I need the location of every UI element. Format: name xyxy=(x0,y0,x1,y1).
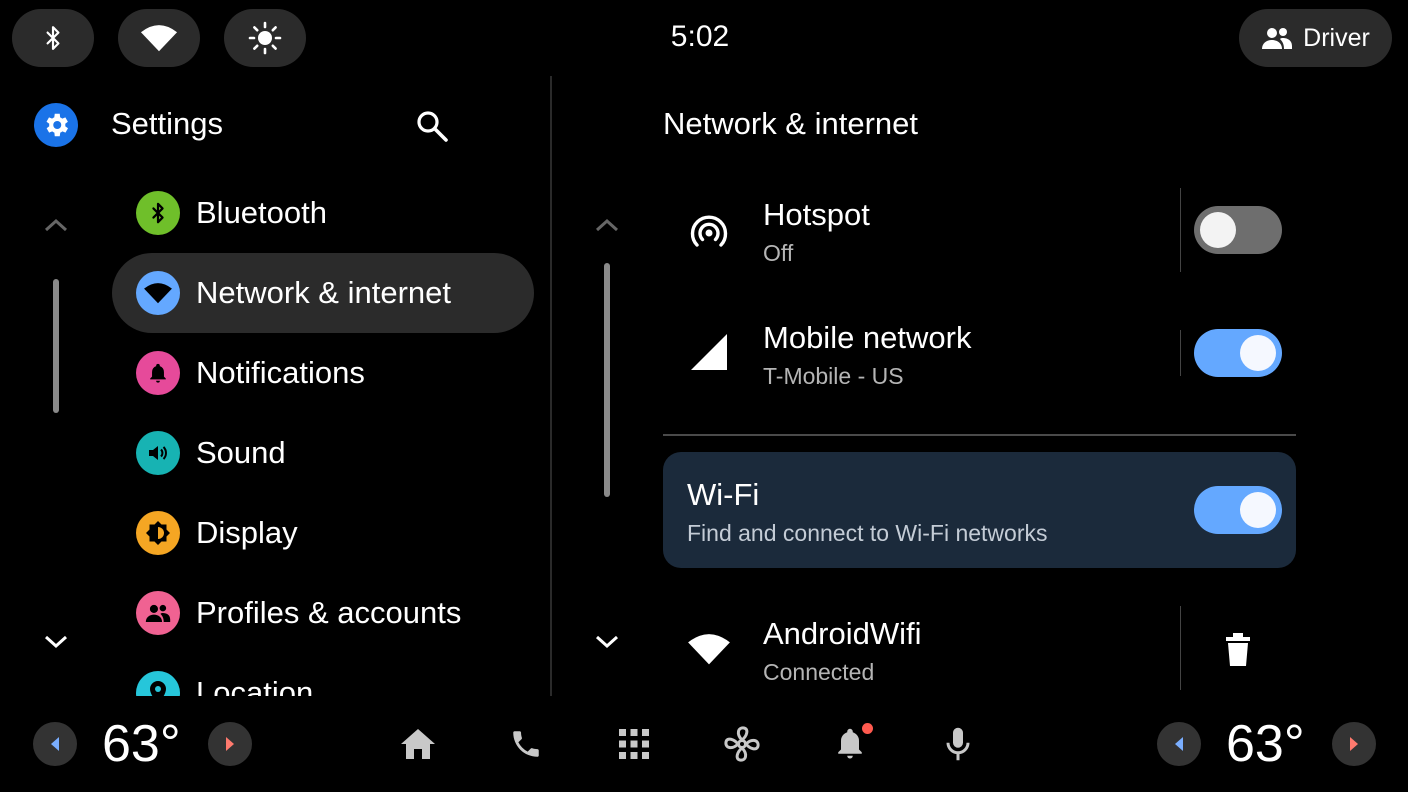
notification-bell-icon xyxy=(833,723,873,762)
pane-divider xyxy=(550,76,552,696)
wifi-toggle[interactable] xyxy=(1194,486,1282,534)
menu-scroll-up-button[interactable] xyxy=(36,205,76,245)
chevron-down-icon xyxy=(594,634,620,650)
user-profile-button[interactable]: Driver xyxy=(1239,9,1392,67)
bluetooth-icon xyxy=(40,23,66,53)
menu-item-sound[interactable]: Sound xyxy=(112,413,534,493)
menu-item-display[interactable]: Display xyxy=(112,493,534,573)
settings-menu: Bluetooth Network & internet Notificatio… xyxy=(112,173,534,696)
forget-network-button[interactable] xyxy=(1214,625,1262,673)
menu-item-label: Sound xyxy=(196,435,286,470)
settings-title: Settings xyxy=(111,106,224,141)
row-divider xyxy=(1180,188,1181,272)
hotspot-toggle[interactable] xyxy=(1194,206,1282,254)
fan-icon xyxy=(722,724,762,764)
right-temp-increase-button[interactable] xyxy=(1332,722,1376,766)
wifi-icon xyxy=(136,271,180,315)
menu-scrollbar[interactable] xyxy=(53,279,59,413)
people-icon xyxy=(136,591,180,635)
settings-app-icon xyxy=(34,103,78,147)
detail-scrollbar[interactable] xyxy=(604,263,610,497)
menu-item-label: Network & internet xyxy=(196,275,451,310)
hotspot-row[interactable] xyxy=(663,188,1173,274)
left-temp-decrease-button[interactable] xyxy=(33,722,77,766)
trash-icon xyxy=(1224,631,1252,667)
user-name: Driver xyxy=(1303,23,1370,52)
detail-scroll-down-button[interactable] xyxy=(587,622,627,662)
brightness-icon xyxy=(136,511,180,555)
wifi-signal-icon xyxy=(684,624,734,674)
mobile-network-toggle[interactable] xyxy=(1194,329,1282,377)
notification-dot xyxy=(862,723,873,734)
location-icon xyxy=(136,671,180,696)
phone-icon xyxy=(509,727,543,761)
right-temperature: 63° xyxy=(1226,715,1305,773)
microphone-icon xyxy=(943,725,973,763)
menu-item-network-internet[interactable]: Network & internet xyxy=(112,253,534,333)
app-launcher-button[interactable] xyxy=(612,722,656,766)
home-button[interactable] xyxy=(396,722,440,766)
wifi-title: Wi-Fi xyxy=(687,477,760,512)
chevron-down-icon xyxy=(43,634,69,650)
network-page-title: Network & internet xyxy=(663,106,918,141)
brightness-icon xyxy=(248,21,282,55)
bell-icon xyxy=(136,351,180,395)
hotspot-icon xyxy=(684,206,734,256)
hotspot-title: Hotspot xyxy=(763,197,870,232)
section-divider xyxy=(663,434,1296,436)
wifi-quick-toggle[interactable] xyxy=(118,9,200,67)
menu-scroll-down-button[interactable] xyxy=(36,622,76,662)
menu-item-label: Notifications xyxy=(196,355,365,390)
volume-icon xyxy=(136,431,180,475)
row-divider xyxy=(1180,330,1181,376)
chevron-up-icon xyxy=(43,217,69,233)
left-temp-increase-button[interactable] xyxy=(208,722,252,766)
mobile-network-title: Mobile network xyxy=(763,320,972,355)
hotspot-status: Off xyxy=(763,240,794,266)
menu-item-label: Profiles & accounts xyxy=(196,595,462,630)
triangle-right-icon xyxy=(224,736,236,752)
chevron-up-icon xyxy=(594,217,620,233)
apps-grid-icon xyxy=(618,728,650,760)
search-button[interactable] xyxy=(410,104,454,148)
phone-button[interactable] xyxy=(504,722,548,766)
wifi-icon xyxy=(140,23,178,53)
home-icon xyxy=(399,727,437,761)
mobile-network-carrier: T-Mobile - US xyxy=(763,363,904,389)
menu-item-label: Display xyxy=(196,515,298,550)
left-temperature: 63° xyxy=(102,715,181,773)
menu-item-location[interactable]: Location xyxy=(112,653,534,696)
right-temp-decrease-button[interactable] xyxy=(1157,722,1201,766)
status-clock: 5:02 xyxy=(670,20,730,53)
bluetooth-quick-toggle[interactable] xyxy=(12,9,94,67)
voice-assistant-button[interactable] xyxy=(936,722,980,766)
network-name: AndroidWifi xyxy=(763,616,922,651)
row-divider xyxy=(1180,606,1181,690)
menu-item-bluetooth[interactable]: Bluetooth xyxy=(112,173,534,253)
menu-item-profiles-accounts[interactable]: Profiles & accounts xyxy=(112,573,534,653)
cell-signal-icon xyxy=(684,327,734,377)
triangle-left-icon xyxy=(1173,736,1185,752)
menu-item-notifications[interactable]: Notifications xyxy=(112,333,534,413)
people-icon xyxy=(1261,26,1293,50)
hvac-fan-button[interactable] xyxy=(720,722,764,766)
triangle-left-icon xyxy=(49,736,61,752)
notifications-button[interactable] xyxy=(828,722,873,766)
menu-item-label: Bluetooth xyxy=(196,195,327,230)
wifi-description: Find and connect to Wi-Fi networks xyxy=(687,520,1048,546)
network-status: Connected xyxy=(763,659,875,685)
menu-item-label: Location xyxy=(196,675,314,696)
detail-scroll-up-button[interactable] xyxy=(587,205,627,245)
triangle-right-icon xyxy=(1348,736,1360,752)
search-icon xyxy=(415,109,449,143)
brightness-quick-toggle[interactable] xyxy=(224,9,306,67)
bluetooth-icon xyxy=(136,191,180,235)
